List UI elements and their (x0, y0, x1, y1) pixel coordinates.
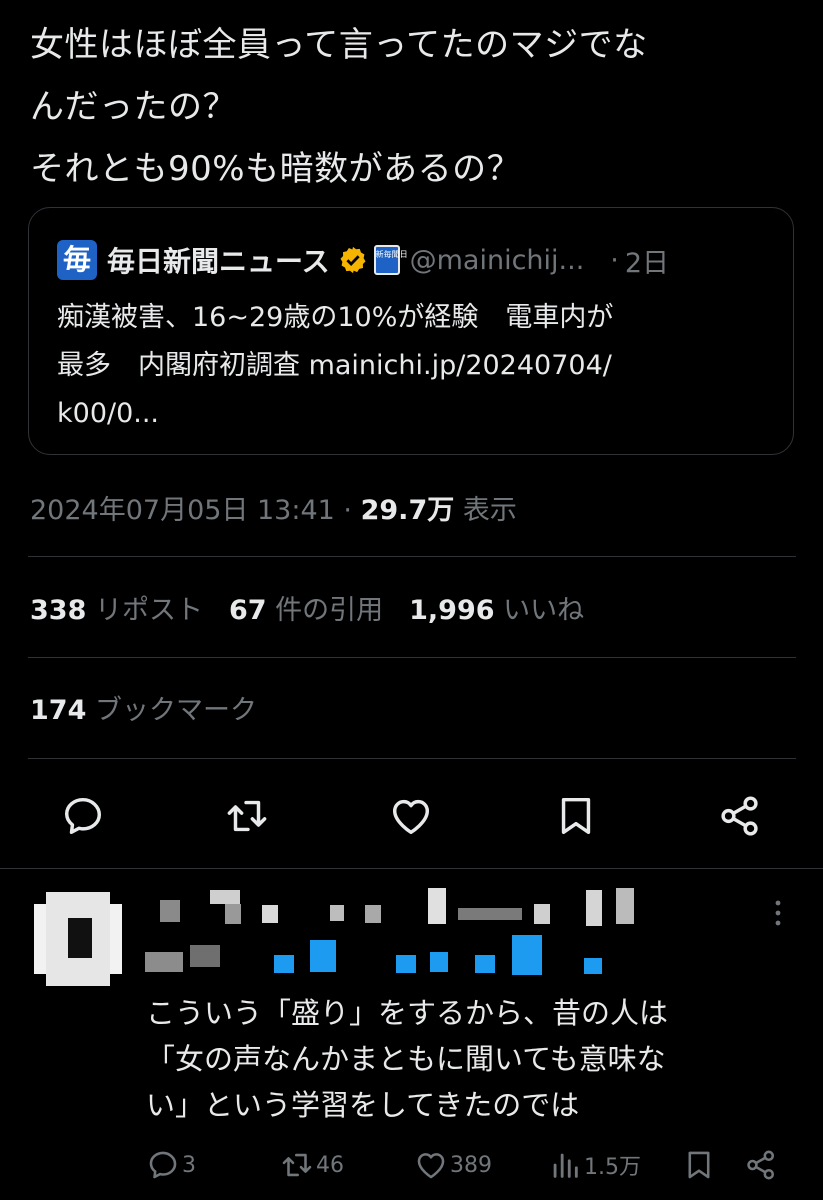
reply-bookmark-button[interactable] (682, 1147, 716, 1183)
repost-button[interactable] (224, 793, 270, 839)
reply-text-line: い」という学習をしてきたのでは (146, 1088, 580, 1122)
likes-label: いいね (503, 595, 585, 626)
account-logo[interactable]: 毎 (57, 240, 97, 280)
tweet-timestamp[interactable]: 2024年07月05日 13:41 (30, 495, 335, 526)
quoted-text-line: 痴漢被害、16~29歳の10%が経験 電車内が (57, 302, 614, 333)
reply-text-line: 「女の声なんかまともに聞いても意味な (146, 1042, 666, 1076)
quoted-text-line: k00/0... (57, 398, 160, 429)
reply-repost-button[interactable]: 46 (280, 1147, 344, 1183)
affiliate-badge-icon: 新毎聞日 (373, 245, 408, 275)
separator-dot: · (343, 495, 353, 526)
quoted-text-line: 最多 内閣府初調査 mainichi.jp/20240704/ (57, 350, 612, 381)
like-icon (417, 1153, 445, 1179)
tweet-text: 女性はほぼ全員って言ってたのマジでな んだったの？ それとも90%も暗数があるの… (30, 14, 800, 200)
quotes-label: 件の引用 (275, 595, 384, 626)
bookmark-button[interactable] (553, 793, 599, 839)
bookmark-icon (688, 1151, 710, 1179)
quotes-count: 67 (228, 595, 267, 626)
divider (28, 556, 796, 557)
like-count: 389 (450, 1152, 492, 1178)
reply-text: こういう「盛り」をするから、昔の人は 「女の声なんかまともに聞いても意味な い」… (146, 990, 796, 1128)
engagement-stats: 338 リポスト 67 件の引用 1,996 いいね (30, 588, 584, 627)
reply-reply-button[interactable]: 3 (146, 1147, 196, 1183)
reply-icon (64, 797, 102, 835)
views-icon (553, 1153, 578, 1178)
divider (28, 758, 796, 759)
reply-text-line: こういう「盛り」をするから、昔の人は (146, 996, 669, 1030)
views-label: 表示 (462, 495, 517, 526)
reply-like-button[interactable]: 389 (414, 1147, 492, 1183)
separator-dot: · (610, 244, 619, 276)
quotes-stat[interactable]: 67 件の引用 (229, 595, 383, 626)
bookmarks-stat[interactable]: 174 ブックマーク (30, 688, 257, 727)
reply-button[interactable] (60, 793, 106, 839)
repost-count: 46 (316, 1152, 344, 1178)
like-icon (392, 799, 430, 835)
reposts-count: 338 (30, 595, 87, 626)
tweet-text-line: 女性はほぼ全員って言ってたのマジでな (30, 25, 648, 65)
views-count: 1.5万 (584, 1155, 641, 1180)
bookmark-icon (561, 797, 591, 835)
reply-action-bar: 3 46 389 1.5万 (0, 1147, 823, 1183)
share-icon (747, 1150, 775, 1180)
share-button[interactable] (717, 793, 763, 839)
likes-count: 1,996 (409, 595, 495, 626)
repost-icon (282, 1153, 312, 1177)
quoted-tweet-header: 毎 毎日新聞ニュース 新毎聞日 @mainichij... · 2日 (57, 240, 669, 280)
avatar[interactable] (34, 892, 122, 986)
more-options-icon[interactable] (768, 898, 788, 928)
bookmarks-count: 174 (30, 695, 87, 726)
quoted-tweet-card[interactable]: 毎 毎日新聞ニュース 新毎聞日 @mainichij... · 2日 痴漢被害、… (28, 207, 794, 455)
tweet-text-line: それとも90%も暗数があるの？ (30, 149, 522, 189)
quoted-tweet-time[interactable]: 2日 (625, 241, 669, 280)
quoted-tweet-text: 痴漢被害、16~29歳の10%が経験 電車内が 最多 内閣府初調査 mainic… (57, 294, 777, 438)
share-icon (721, 796, 758, 836)
reply-views-button[interactable]: 1.5万 (548, 1147, 641, 1183)
bookmarks-label: ブックマーク (94, 695, 257, 726)
tweet-text-line: んだったの？ (30, 87, 237, 127)
reply-share-button[interactable] (744, 1147, 778, 1183)
reposts-label: リポスト (94, 595, 203, 626)
divider (28, 657, 796, 658)
reposts-stat[interactable]: 338 リポスト (30, 595, 203, 626)
reply-icon (149, 1151, 177, 1179)
views-count: 29.7万 (360, 495, 455, 526)
repost-icon (227, 800, 267, 832)
verified-badge-icon (340, 246, 366, 274)
likes-stat[interactable]: 1,996 いいね (409, 595, 584, 626)
account-handle[interactable]: @mainichij... (410, 245, 585, 276)
account-name[interactable]: 毎日新聞ニュース (107, 240, 330, 280)
like-button[interactable] (388, 793, 434, 839)
reply-count: 3 (182, 1152, 196, 1178)
tweet-action-bar (0, 793, 823, 839)
divider (0, 868, 823, 869)
tweet-meta: 2024年07月05日 13:41 · 29.7万 表示 (30, 488, 517, 527)
